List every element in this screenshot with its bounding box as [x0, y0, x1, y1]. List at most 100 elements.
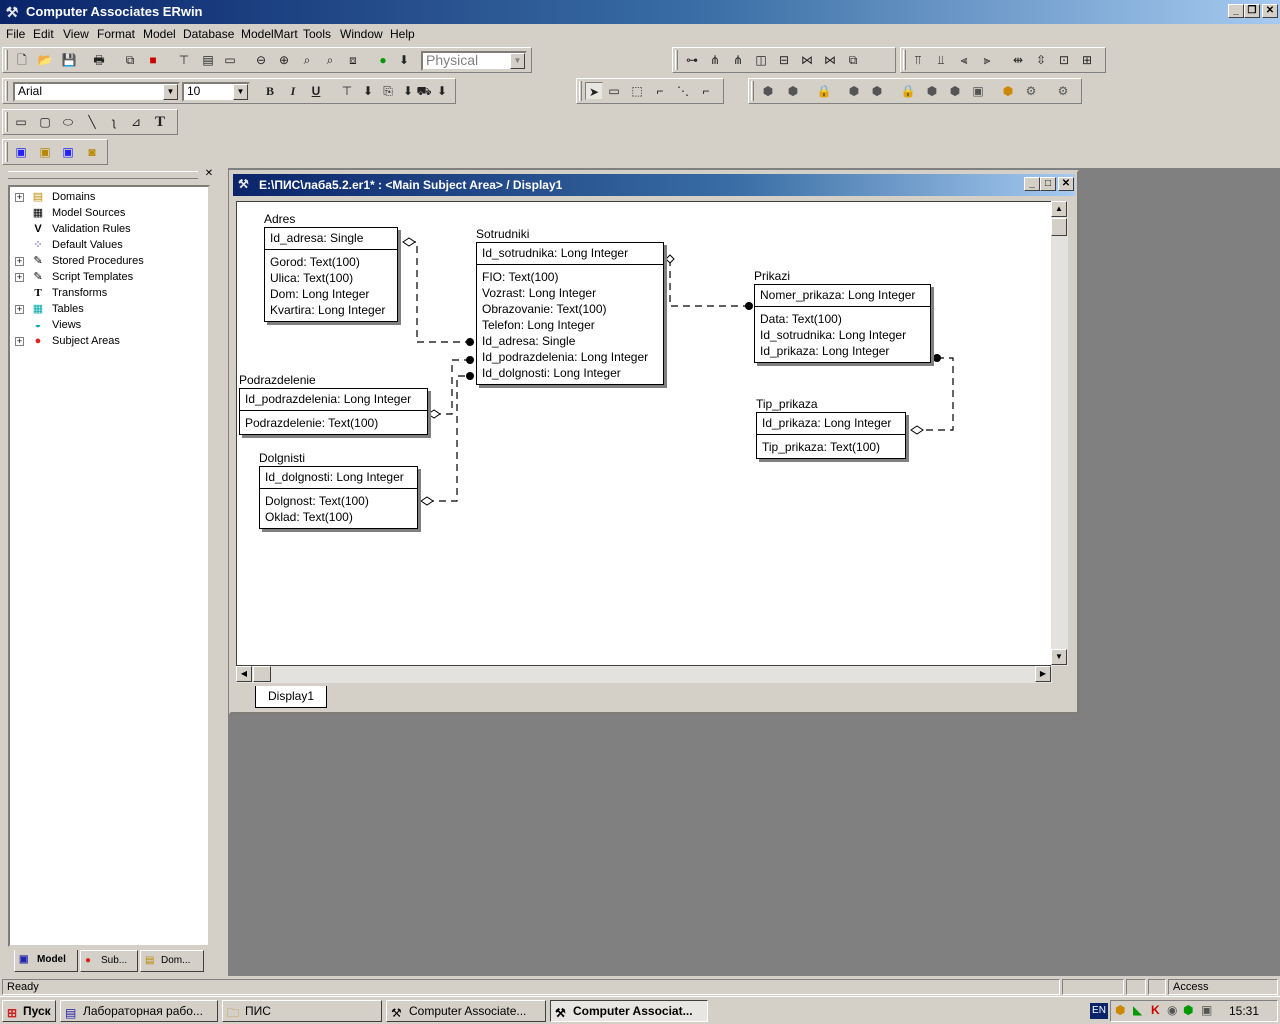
- rel-podrazdelenie-sotrudniki[interactable]: [434, 359, 470, 415]
- menu-file[interactable]: File: [6, 27, 25, 41]
- doc-maximize-button[interactable]: □: [1040, 177, 1056, 191]
- mm-users-icon[interactable]: ⬢: [999, 82, 1017, 100]
- text-tool-button[interactable]: T: [151, 113, 169, 131]
- report-icon[interactable]: ▣: [59, 143, 77, 161]
- text-color-icon[interactable]: ⊤: [338, 82, 356, 100]
- rel-sotrudniki-prikazi[interactable]: [669, 259, 749, 307]
- entity-sotrudniki[interactable]: Id_sotrudnika: Long Integer FIO: Text(10…: [476, 242, 664, 385]
- copy-icon[interactable]: ⧉: [121, 51, 139, 69]
- doc-close-button[interactable]: ✕: [1058, 177, 1074, 191]
- identifying-relation-icon[interactable]: ⌐: [651, 82, 669, 100]
- zoom-fit-icon[interactable]: ⌕: [298, 51, 316, 69]
- tab-subject-areas[interactable]: ● Sub...: [80, 950, 138, 972]
- columns-icon[interactable]: ◫: [752, 51, 770, 69]
- relation-icon[interactable]: ⊶: [683, 51, 701, 69]
- align-left-icon[interactable]: ⫷: [955, 51, 973, 69]
- scroll-left-arrow-icon[interactable]: ◀: [236, 666, 252, 682]
- language-indicator[interactable]: EN: [1090, 1003, 1108, 1019]
- tree-layout-icon[interactable]: ⋔: [706, 51, 724, 69]
- close-button[interactable]: ✕: [1262, 4, 1278, 18]
- menu-format[interactable]: Format: [97, 27, 135, 41]
- rows-icon[interactable]: ⊟: [775, 51, 793, 69]
- restore-button[interactable]: ❐: [1244, 4, 1260, 18]
- diagram-icon[interactable]: ⋈: [798, 51, 816, 69]
- tray-usb-icon[interactable]: ▣: [1201, 1003, 1212, 1017]
- tray-network-icon[interactable]: ⬢: [1115, 1003, 1125, 1017]
- menu-window[interactable]: Window: [340, 27, 383, 41]
- mm-disconnect-icon[interactable]: ⬢: [784, 82, 802, 100]
- many-to-many-icon[interactable]: ⋱: [674, 82, 692, 100]
- zoom-icon[interactable]: ⌕: [321, 51, 339, 69]
- save-icon[interactable]: 💾: [60, 51, 78, 69]
- tab-model[interactable]: ▣ Model: [14, 950, 78, 972]
- entity-name-tip-prikaza[interactable]: Tip_prikaza: [756, 397, 818, 411]
- entity-prikazi[interactable]: Nomer_prikaza: Long Integer Data: Text(1…: [754, 284, 931, 363]
- ellipse-icon[interactable]: ⬭: [59, 113, 77, 131]
- tray-security-icon[interactable]: ⬢: [1183, 1003, 1193, 1017]
- taskbar-button-folder[interactable]: 🗀 ПИС: [222, 1000, 382, 1022]
- mm-save-icon[interactable]: ⬢: [868, 82, 886, 100]
- line-icon[interactable]: ╲: [83, 113, 101, 131]
- entity-name-adres[interactable]: Adres: [264, 212, 295, 226]
- tab-display1[interactable]: Display1: [255, 686, 327, 708]
- tray-antivirus-icon[interactable]: K: [1151, 1003, 1160, 1017]
- subject-area-icon[interactable]: ●: [374, 51, 392, 69]
- pointer-icon[interactable]: ➤: [585, 82, 603, 100]
- menu-help[interactable]: Help: [390, 27, 415, 41]
- line-color-icon[interactable]: ⎘: [379, 82, 397, 100]
- subtype-icon[interactable]: ⬚: [628, 82, 646, 100]
- menu-database[interactable]: Database: [183, 27, 234, 41]
- menu-tools[interactable]: Tools: [303, 27, 331, 41]
- rel-prikazi-tip[interactable]: [917, 357, 954, 431]
- tray-volume-icon[interactable]: ◉: [1167, 1003, 1177, 1017]
- rel-dolgnisti-sotrudniki[interactable]: [427, 375, 470, 502]
- scroll-up-arrow-icon[interactable]: ▲: [1051, 201, 1067, 217]
- browser-icon[interactable]: ◙: [83, 143, 101, 161]
- menu-view[interactable]: View: [63, 27, 89, 41]
- resize-icon[interactable]: ⊞: [1078, 51, 1096, 69]
- open-folder-icon[interactable]: 📂: [36, 51, 54, 69]
- underline-button[interactable]: U: [307, 82, 325, 100]
- entity-podrazdelenie[interactable]: Id_podrazdelenia: Long Integer Podrazdel…: [239, 388, 428, 435]
- lock-icon[interactable]: 🔒: [815, 82, 833, 100]
- new-file-icon[interactable]: 🗋: [13, 51, 31, 69]
- chevron-down-icon[interactable]: ▼: [163, 84, 178, 100]
- size-icon[interactable]: ⊡: [1055, 51, 1073, 69]
- format-painter-icon[interactable]: ⊤: [175, 51, 193, 69]
- align-top-icon[interactable]: ⫪: [909, 51, 927, 69]
- space-vertical-icon[interactable]: ⇳: [1032, 51, 1050, 69]
- view-level-select[interactable]: Physical ▼: [421, 51, 527, 71]
- menu-model[interactable]: Model: [143, 27, 176, 41]
- zoom-page-icon[interactable]: ⧈: [344, 51, 362, 69]
- space-horizontal-icon[interactable]: ⇹: [1009, 51, 1027, 69]
- zoom-in-icon[interactable]: ⊕: [275, 51, 293, 69]
- print-icon[interactable]: 🖶: [90, 51, 108, 69]
- tab-domains[interactable]: ▤ Dom...: [140, 950, 204, 972]
- scroll-thumb[interactable]: [253, 666, 271, 682]
- horizontal-scrollbar[interactable]: ◀ ▶: [236, 666, 1052, 683]
- link-icon[interactable]: ⧉: [844, 51, 862, 69]
- align-bottom-icon[interactable]: ⫫: [932, 51, 950, 69]
- explorer-icon[interactable]: ▣: [36, 143, 54, 161]
- bold-button[interactable]: B: [261, 82, 279, 100]
- toolbar-grip[interactable]: [5, 142, 8, 162]
- toolbar-grip[interactable]: [751, 81, 754, 101]
- taskbar-button-erwin-active[interactable]: ⚒ Computer Associat...: [550, 1000, 708, 1022]
- entity-name-podrazdelenie[interactable]: Podrazdelenie: [239, 373, 316, 387]
- entity-adres[interactable]: Id_adresa: Single Gorod: Text(100) Ulica…: [264, 227, 398, 322]
- doc-minimize-button[interactable]: _: [1024, 177, 1040, 191]
- entity-name-dolgnisti[interactable]: Dolgnisti: [259, 451, 305, 465]
- model-icon[interactable]: ▣: [12, 143, 30, 161]
- non-identifying-relation-icon[interactable]: ⌐: [697, 82, 715, 100]
- arrow-down-icon[interactable]: ⬇: [433, 82, 451, 100]
- polygon-icon[interactable]: ⊿: [127, 113, 145, 131]
- mm-settings-icon[interactable]: ⚙: [1054, 82, 1072, 100]
- toolbar-grip[interactable]: [579, 81, 582, 101]
- scroll-right-arrow-icon[interactable]: ▶: [1035, 666, 1051, 682]
- mm-tools-icon[interactable]: ⚙: [1022, 82, 1040, 100]
- menu-modelmart[interactable]: ModelMart: [241, 27, 298, 41]
- hierarchy-icon[interactable]: ⋔: [729, 51, 747, 69]
- layout-icon[interactable]: ⋈: [821, 51, 839, 69]
- mm-connect-icon[interactable]: ⬢: [759, 82, 777, 100]
- expand-icon[interactable]: +: [15, 193, 24, 202]
